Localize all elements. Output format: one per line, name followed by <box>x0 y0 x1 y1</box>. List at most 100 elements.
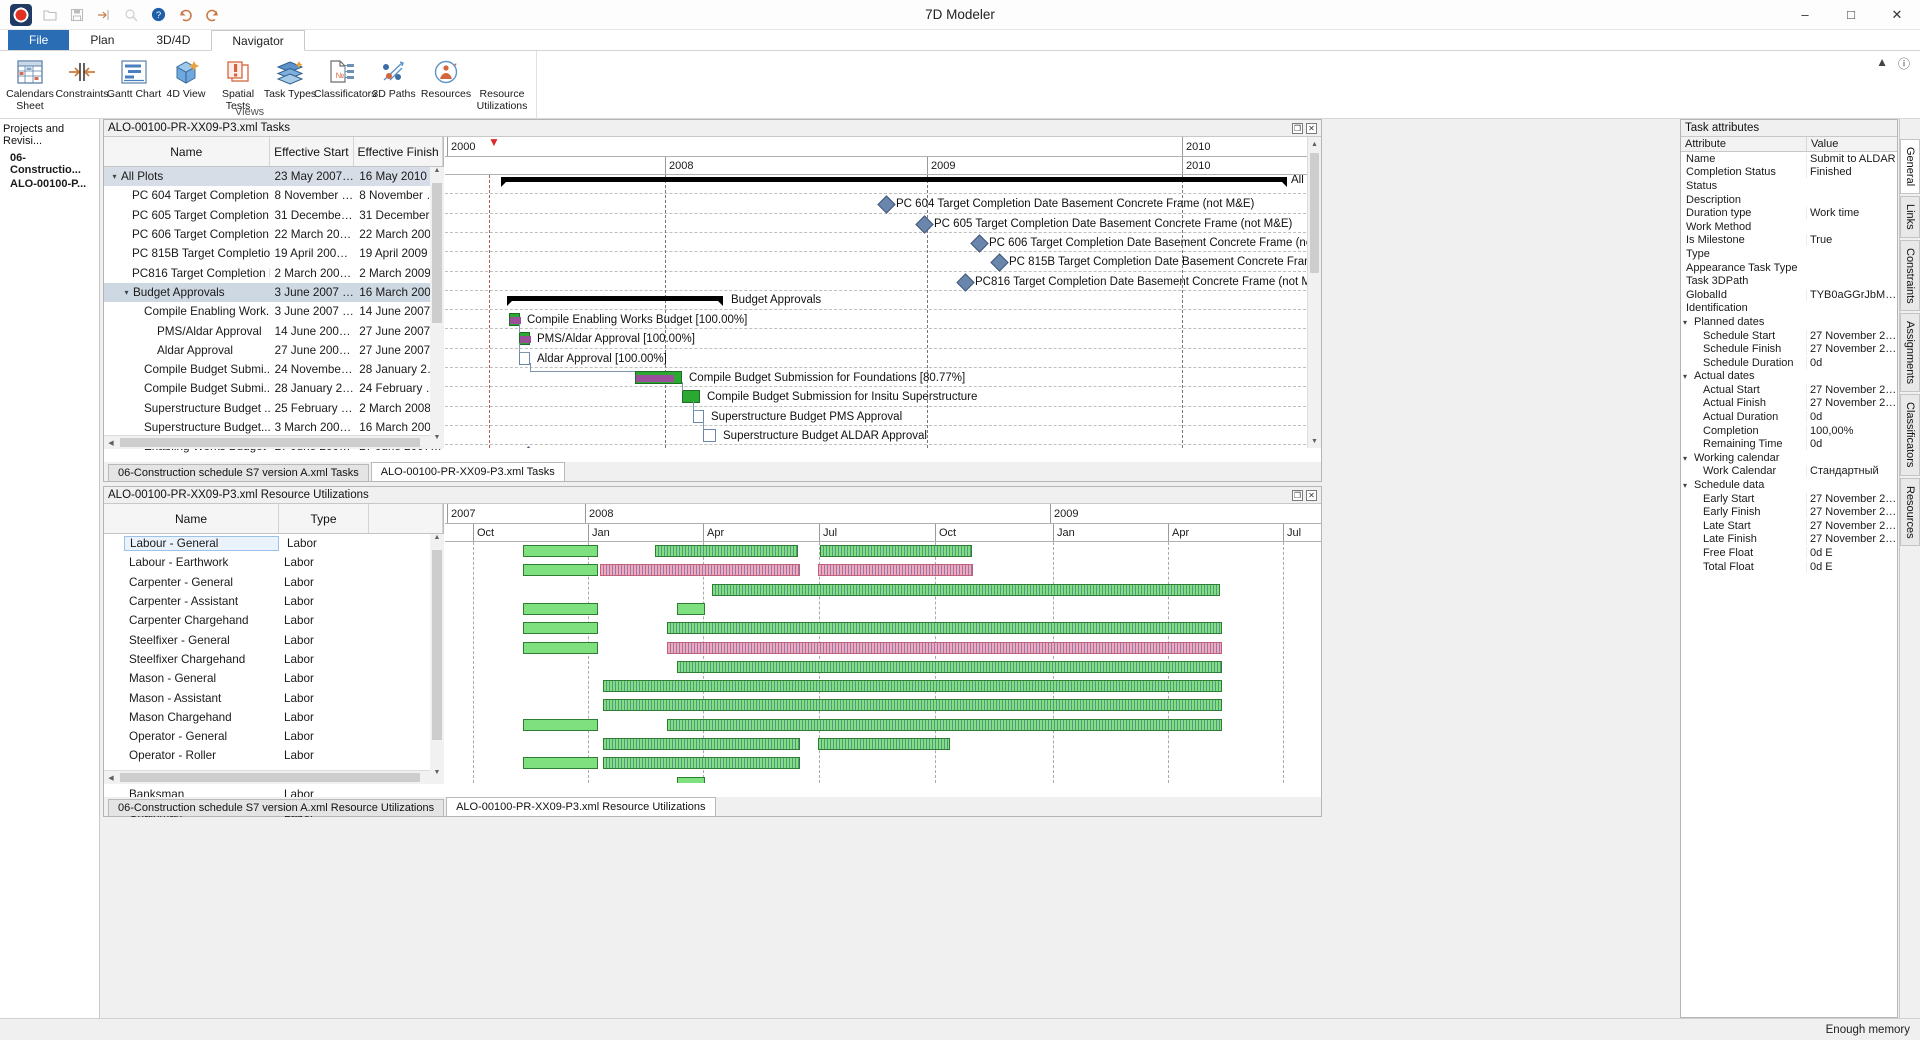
undo-icon[interactable] <box>176 6 194 24</box>
side-tab-assignments[interactable]: Assignments <box>1900 313 1920 392</box>
attribute-row[interactable]: NameSubmit to ALDAR <box>1681 152 1897 166</box>
utilization-bar[interactable] <box>523 545 598 557</box>
classificators-button[interactable]: № Classificators <box>316 54 368 118</box>
task-types-button[interactable]: Task Types <box>264 54 316 118</box>
utilization-bar[interactable] <box>523 564 598 576</box>
side-tab-strip[interactable]: General Links Constraints Assignments Cl… <box>1899 119 1920 1018</box>
list-item[interactable]: Steelfixer - GeneralLabor <box>104 630 443 649</box>
col-effective-finish[interactable]: Effective Finish <box>354 137 443 166</box>
resource-grid-hscroll[interactable]: ◀ ▶ <box>104 770 443 784</box>
ribbon-tab-navigator[interactable]: Navigator <box>211 30 304 51</box>
attribute-row[interactable]: Late Finish27 November 2007 ... <box>1681 533 1897 547</box>
attribute-row[interactable]: Free Float0d E <box>1681 546 1897 560</box>
attribute-row[interactable]: Early Finish27 November 2007 ... <box>1681 505 1897 519</box>
utilization-bar[interactable] <box>667 719 1222 731</box>
attribute-row[interactable]: Schedule Start27 November 2007 ... <box>1681 329 1897 343</box>
table-row[interactable]: Compile Enabling Work...3 June 2007 r. 0… <box>104 302 443 321</box>
gantt-chart-button[interactable]: Gantt Chart <box>108 54 160 118</box>
hscroll-thumb[interactable] <box>120 773 420 782</box>
quick-access-toolbar[interactable]: ? <box>0 4 221 26</box>
gantt-canvas[interactable]: All PlotsPC 604 Target Completion Date B… <box>445 175 1321 448</box>
res-scroll-up-icon[interactable]: ▲ <box>430 534 444 548</box>
constraints-button[interactable]: Constraints <box>56 54 108 118</box>
restore-icon[interactable]: ❐ <box>1292 490 1303 501</box>
gantt-vscroll[interactable]: ▲ ▼ <box>1307 137 1321 448</box>
utilization-bar[interactable] <box>818 564 973 576</box>
4d-view-button[interactable]: 4D View <box>160 54 212 118</box>
attribute-row[interactable]: ▾Actual dates <box>1681 370 1897 384</box>
gantt-summary-bar[interactable] <box>501 177 1287 182</box>
side-tab-resources[interactable]: Resources <box>1900 478 1920 547</box>
resource-histogram[interactable]: 200720082009 OctJanAprJulOctJanAprJul <box>445 504 1321 783</box>
gantt-milestone[interactable] <box>970 234 988 252</box>
scroll-left-icon[interactable]: ◀ <box>104 439 118 447</box>
gantt-chart[interactable]: 20002010 200820092010 ▼ All PlotsPC 604 … <box>445 137 1321 448</box>
table-row[interactable]: Aldar Approval27 June 2007 r. ...27 June… <box>104 341 443 360</box>
utilization-bar[interactable] <box>603 680 1222 692</box>
attribute-row[interactable]: Actual Start27 November 2007 ... <box>1681 383 1897 397</box>
resource-doc-tabs[interactable]: 06-Construction schedule S7 version A.xm… <box>104 797 1321 816</box>
attribute-row[interactable]: Work Method <box>1681 220 1897 234</box>
utilization-bar[interactable] <box>667 622 1222 634</box>
close-icon[interactable]: ✕ <box>1306 490 1317 501</box>
side-tab-constraints[interactable]: Constraints <box>1900 240 1920 312</box>
attribute-row[interactable]: ▾Planned dates <box>1681 315 1897 329</box>
attribute-row[interactable]: Schedule Duration0d <box>1681 356 1897 370</box>
tree-expander-icon[interactable]: ▾ <box>120 288 133 297</box>
attribute-row[interactable]: Is MilestoneTrue <box>1681 234 1897 248</box>
attributes-rows[interactable]: NameSubmit to ALDARCompletion StatusFini… <box>1681 152 1897 573</box>
tasks-doc-tabs[interactable]: 06-Construction schedule S7 version A.xm… <box>104 462 1321 481</box>
project-item-1[interactable]: ALO-00100-P... <box>0 177 99 191</box>
gantt-milestone[interactable] <box>877 196 895 214</box>
list-item[interactable]: Labour - GeneralLabor <box>104 534 443 553</box>
attribute-row[interactable]: Actual Finish27 November 2007 ... <box>1681 397 1897 411</box>
resources-button[interactable]: Resources <box>420 54 472 118</box>
col-resource-name[interactable]: Name <box>104 504 279 533</box>
attribute-row[interactable]: Remaining Time0d <box>1681 437 1897 451</box>
table-row[interactable]: PC 815B Target Completion...19 April 200… <box>104 244 443 263</box>
ribbon-tab-strip[interactable]: File Plan 3D/4D Navigator <box>0 30 1920 51</box>
gantt-milestone[interactable] <box>956 273 974 291</box>
attribute-row[interactable]: Identification <box>1681 302 1897 316</box>
ribbon-tab-3d4d[interactable]: 3D/4D <box>135 29 211 50</box>
gantt-milestone[interactable] <box>519 446 537 448</box>
table-row[interactable]: PC 605 Target Completion ...31 December … <box>104 206 443 225</box>
tree-expander-icon[interactable]: ▾ <box>1683 372 1694 381</box>
vscroll-thumb[interactable] <box>1310 153 1319 273</box>
utilization-bar[interactable] <box>677 661 1222 673</box>
ribbon-collapse-icon[interactable]: ▲ <box>1876 55 1888 69</box>
table-row[interactable]: Superstructure Budget ...25 February 200… <box>104 399 443 418</box>
utilization-bar[interactable] <box>712 584 1220 596</box>
table-row[interactable]: Compile Budget Submi...24 November 2...2… <box>104 360 443 379</box>
utilization-bar[interactable] <box>820 545 972 557</box>
gantt-milestone[interactable] <box>915 215 933 233</box>
side-tab-classificators[interactable]: Classificators <box>1900 394 1920 475</box>
tree-expander-icon[interactable]: ▾ <box>108 172 121 181</box>
list-item[interactable]: Carpenter ChargehandLabor <box>104 611 443 630</box>
maximize-button[interactable]: □ <box>1828 0 1874 30</box>
list-item[interactable]: Mason ChargehandLabor <box>104 708 443 727</box>
redo-icon[interactable] <box>203 6 221 24</box>
open-icon[interactable] <box>41 6 59 24</box>
tree-expander-icon[interactable]: ▾ <box>1683 481 1694 490</box>
col-attribute[interactable]: Attribute <box>1681 137 1806 151</box>
list-item[interactable]: Labour - EarthworkLabor <box>104 553 443 572</box>
minimize-button[interactable]: – <box>1782 0 1828 30</box>
resource-grid-vscroll[interactable]: ▲ ▼ <box>430 534 444 783</box>
tasks-scroll-down-icon[interactable]: ▼ <box>430 434 444 448</box>
table-row[interactable]: PC 606 Target Completion ...22 March 200… <box>104 225 443 244</box>
close-icon[interactable]: ✕ <box>1306 123 1317 134</box>
tasks-vscroll-thumb[interactable] <box>432 183 442 323</box>
utilization-bar[interactable] <box>523 622 598 634</box>
col-value[interactable]: Value <box>1806 137 1897 151</box>
table-row[interactable]: ▾All Plots23 May 2007 r. ...16 May 2010 … <box>104 167 443 186</box>
res-vscroll-thumb[interactable] <box>432 550 442 740</box>
close-button[interactable]: ✕ <box>1874 0 1920 30</box>
gantt-task-bar[interactable] <box>519 352 530 365</box>
attribute-row[interactable]: Schedule Finish27 November 2007 ... <box>1681 342 1897 356</box>
restore-icon[interactable]: ❐ <box>1292 123 1303 134</box>
help-icon[interactable]: ? <box>149 6 167 24</box>
table-row[interactable]: PC 604 Target Completion ...8 November 2… <box>104 186 443 205</box>
tasks-scroll-up-icon[interactable]: ▲ <box>430 167 444 181</box>
ribbon-info-icon[interactable]: ⓘ <box>1898 55 1910 72</box>
